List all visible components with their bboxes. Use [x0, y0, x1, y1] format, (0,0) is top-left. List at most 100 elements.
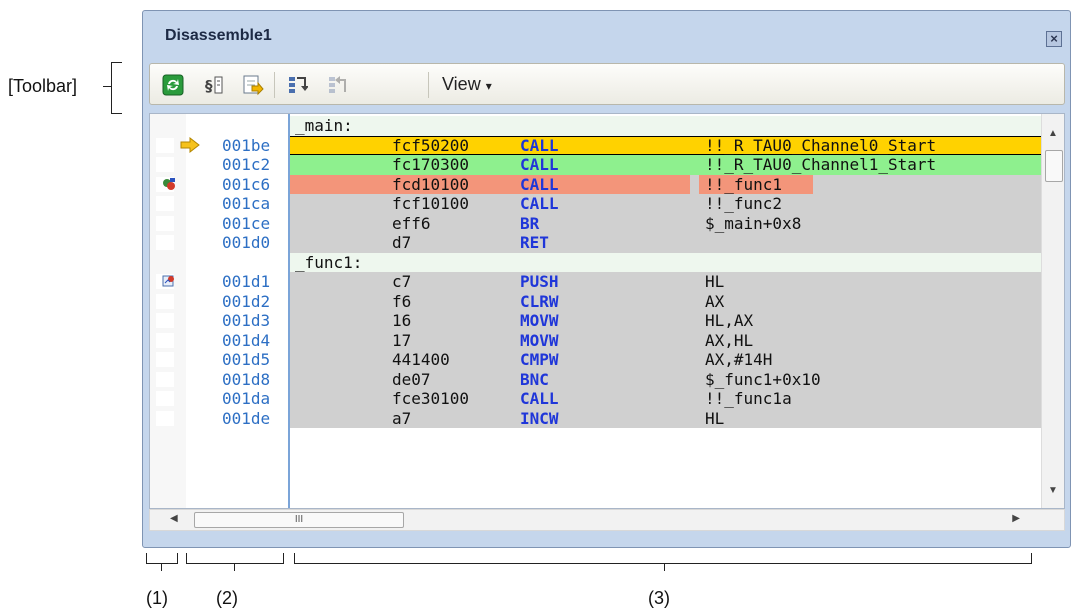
view-menu-button[interactable]: View ▾: [442, 74, 492, 95]
svg-text:§: §: [205, 77, 213, 95]
code-bytes-cell: fcf10100: [392, 194, 470, 213]
operand-cell: HL,AX: [705, 311, 754, 330]
chevron-down-icon: ▾: [485, 79, 492, 93]
area3-label: (3): [648, 588, 670, 608]
disassembly-view[interactable]: _main: 001be fcf50200 CALL !!_R_TAU0_Channel…: [149, 113, 1065, 509]
operand-cell: $_main+0x8: [705, 213, 802, 233]
address-cell: 001d0: [222, 233, 271, 252]
address-cell: 001d8: [222, 369, 271, 389]
event-gutter-cell[interactable]: [156, 196, 174, 211]
operand-cell: !!_func1a: [705, 389, 792, 408]
event-gutter-cell[interactable]: [156, 235, 174, 250]
code-bytes-cell: fcd10100: [392, 174, 470, 194]
disassemble-window: Disassemble1 × § View ▾ _main: 001be fcf…: [142, 10, 1071, 548]
symbol-label: _main:: [295, 116, 353, 135]
instruction-row[interactable]: 001de a7 INCW HL: [150, 408, 1042, 428]
refresh-icon[interactable]: [162, 74, 184, 96]
event-gutter-cell[interactable]: [156, 352, 174, 367]
event-gutter-cell[interactable]: [156, 332, 174, 348]
mnemonic-cell: CALL: [520, 194, 559, 213]
disassembly-rows: _main: 001be fcf50200 CALL !!_R_TAU0_Channel…: [150, 116, 1042, 428]
code-bytes-cell: f6: [392, 291, 412, 311]
event-gutter-cell[interactable]: [156, 293, 174, 309]
toolbar-annotation-label: [Toolbar]: [8, 76, 78, 96]
code-bytes-cell: c7: [392, 272, 412, 291]
close-button[interactable]: ×: [1046, 31, 1062, 47]
instruction-row[interactable]: 001da fce30100 CALL !!_func1a: [150, 389, 1042, 409]
instruction-row[interactable]: 001ce eff6 BR $_main+0x8: [150, 213, 1042, 233]
go-to-program-counter-icon[interactable]: [242, 74, 264, 96]
event-gutter-cell[interactable]: [156, 410, 174, 426]
event-gutter-cell[interactable]: [156, 215, 174, 231]
operand-cell: AX,#14H: [705, 350, 773, 369]
horizontal-scroll-thumb[interactable]: III: [194, 512, 404, 528]
code-bytes-cell: eff6: [392, 213, 431, 233]
label-row-background: [290, 252, 1042, 272]
address-cell: 001d2: [222, 291, 271, 311]
view-menu-label: View: [442, 74, 481, 94]
mnemonic-cell: BNC: [520, 369, 549, 389]
area3-bracket: [294, 553, 1032, 564]
operand-cell: $_func1+0x10: [705, 369, 821, 389]
operand-cell: HL: [705, 272, 725, 291]
mnemonic-cell: CMPW: [520, 350, 559, 369]
event-gutter-cell[interactable]: [156, 371, 174, 387]
event-gutter-cell[interactable]: [156, 391, 174, 406]
area2-label: (2): [216, 588, 238, 608]
scroll-left-icon[interactable]: ◀: [170, 513, 178, 524]
operand-cell: HL: [705, 408, 725, 428]
event-gutter-cell[interactable]: [156, 157, 174, 172]
instruction-row[interactable]: 001d8 de07 BNC $_func1+0x10: [150, 369, 1042, 389]
scroll-down-icon[interactable]: ▼: [1048, 485, 1058, 496]
scroll-right-icon[interactable]: ▶: [1012, 513, 1020, 524]
area1-bracket: [146, 553, 178, 564]
scroll-up-icon[interactable]: ▲: [1048, 128, 1058, 139]
pc-arrow-icon[interactable]: [180, 136, 200, 154]
code-bytes-cell: 16: [392, 311, 412, 330]
code-bytes-cell: de07: [392, 369, 431, 389]
toolbar: § View ▾: [149, 63, 1065, 105]
vertical-scrollbar[interactable]: ▲ ▼: [1041, 114, 1064, 508]
mnemonic-cell: CALL: [520, 155, 559, 174]
code-bytes-cell: 17: [392, 330, 412, 350]
toolbar-separator: [274, 72, 275, 98]
instruction-row[interactable]: 001be fcf50200 CALL !!_R_TAU0_Channel0_Star…: [150, 135, 1042, 155]
mnemonic-cell: CLRW: [520, 291, 559, 311]
address-cell: 001d4: [222, 330, 271, 350]
mnemonic-cell: CALL: [520, 174, 559, 194]
mnemonic-cell: MOVW: [520, 311, 559, 330]
label-row-background: [290, 116, 1042, 136]
horizontal-scrollbar[interactable]: ◀ III ▶: [149, 509, 1065, 531]
operand-cell: AX: [705, 291, 725, 311]
toolbar-separator: [428, 72, 429, 98]
vertical-scroll-thumb[interactable]: [1045, 150, 1063, 182]
instruction-row[interactable]: 001d5 441400 CMPW AX,#14H: [150, 350, 1042, 370]
label-row[interactable]: _main:: [150, 116, 1042, 136]
instruction-row[interactable]: 001d0 d7 RET: [150, 233, 1042, 253]
instruction-row[interactable]: 001d4 17 MOVW AX,HL: [150, 330, 1042, 350]
instruction-row[interactable]: 001d1 c7 PUSH HL: [150, 272, 1042, 292]
address-cell: 001ca: [222, 194, 271, 213]
label-row[interactable]: _func1:: [150, 252, 1042, 272]
mnemonic-cell: BR: [520, 213, 540, 233]
area1-bracket-tick: [161, 563, 162, 571]
symbol-label: _func1:: [295, 252, 363, 272]
step-in-icon[interactable]: [286, 74, 309, 96]
event-icon[interactable]: [160, 273, 178, 290]
window-titlebar: Disassemble1 ×: [143, 11, 1070, 55]
event-gutter-cell[interactable]: [156, 137, 174, 153]
event-gutter-cell[interactable]: [156, 313, 174, 328]
instruction-row[interactable]: 001ca fcf10100 CALL !!_func2: [150, 194, 1042, 214]
instruction-row[interactable]: 001c2 fc170300 CALL !!_R_TAU0_Channel1_Star…: [150, 155, 1042, 175]
address-cell: 001de: [222, 408, 271, 428]
breakpoint-event-icon[interactable]: [160, 176, 178, 193]
window-title: Disassemble1: [165, 27, 272, 44]
instruction-row[interactable]: 001c6 fcd10100 CALL !!_func1: [150, 174, 1042, 194]
instruction-row[interactable]: 001d2 f6 CLRW AX: [150, 291, 1042, 311]
go-to-symbol-icon[interactable]: §: [204, 74, 226, 96]
address-cell: 001c2: [222, 155, 271, 174]
instruction-row[interactable]: 001d3 16 MOVW HL,AX: [150, 311, 1042, 331]
step-out-icon[interactable]: [326, 74, 348, 96]
area3-bracket-tick: [664, 563, 665, 571]
toolbar-annotation-brace: [111, 62, 122, 114]
